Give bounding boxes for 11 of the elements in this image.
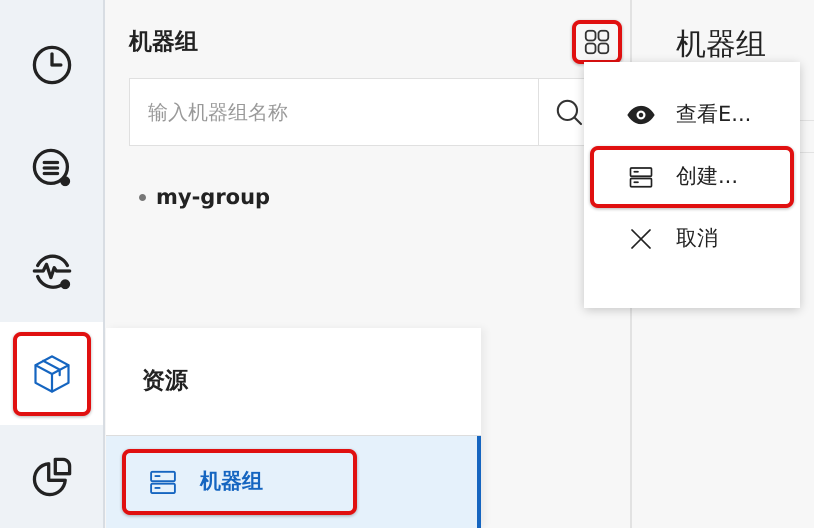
flyout-title: 资源	[142, 367, 188, 396]
search-field[interactable]: 输入机器组名称	[129, 78, 539, 146]
detail-title: 机器组	[676, 26, 767, 64]
menu-item[interactable]: 创建...	[590, 146, 794, 208]
flyout-nav-item[interactable]: 机器组	[122, 449, 357, 515]
panel-title: 机器组	[129, 28, 198, 57]
menu-item[interactable]: 查看E...	[590, 84, 794, 146]
group-item[interactable]: my-group	[156, 182, 270, 214]
bullet-dot	[139, 194, 146, 202]
menu-item[interactable]: 取消	[590, 208, 794, 270]
grid-icon	[582, 27, 612, 57]
